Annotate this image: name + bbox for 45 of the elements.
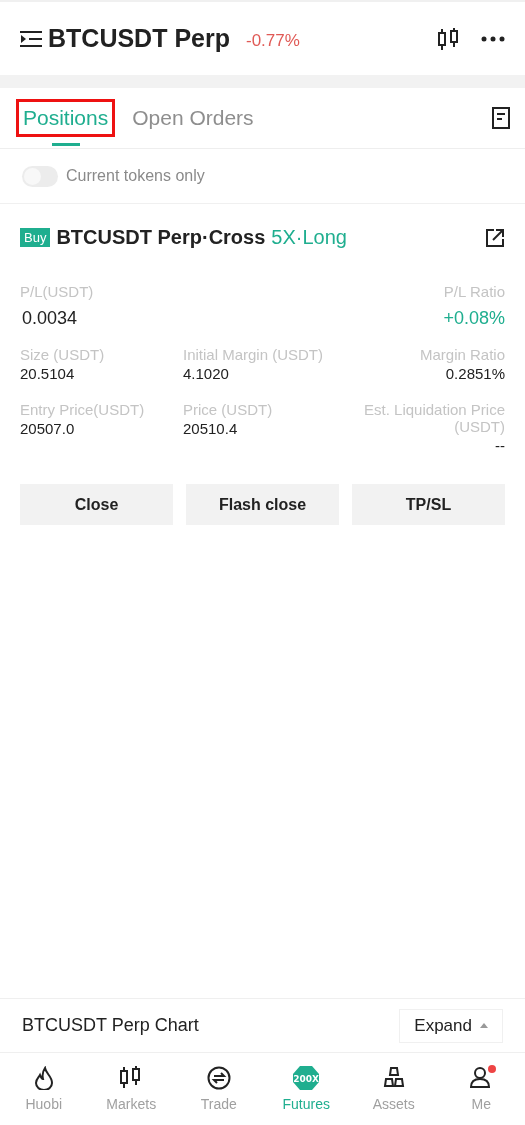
- action-button[interactable]: TP/SL: [352, 484, 505, 525]
- share-icon[interactable]: [485, 227, 505, 248]
- page-title: BTCUSDT Perp: [48, 24, 230, 53]
- tab-indicator: [51, 143, 80, 146]
- more-icon[interactable]: [481, 35, 505, 42]
- expand-button[interactable]: Expand: [399, 1008, 503, 1043]
- menu-icon[interactable]: [20, 29, 42, 48]
- document-icon[interactable]: [492, 107, 510, 129]
- stacked-bars-icon: [381, 1066, 406, 1090]
- nav-tab[interactable]: Assets: [350, 1053, 438, 1125]
- nav-tab[interactable]: Me: [437, 1053, 525, 1125]
- field-label: Initial Margin (USDT): [183, 346, 325, 363]
- nav-tab[interactable]: 200X Futures: [262, 1053, 350, 1125]
- tab[interactable]: Open Orders: [125, 99, 261, 137]
- field-label: Entry Price(USDT): [20, 401, 146, 418]
- field-value: 20507.0: [20, 420, 76, 437]
- field-value: +0.08%: [443, 308, 505, 329]
- field-label: Price (USDT): [183, 401, 274, 418]
- field-label: Size (USDT): [20, 346, 106, 363]
- nav-tab[interactable]: Markets: [87, 1053, 175, 1125]
- action-button[interactable]: Flash close: [186, 484, 339, 525]
- contract-name: BTCUSDT Perp·Cross: [56, 226, 266, 249]
- side-tag: Buy: [20, 228, 51, 247]
- swap-icon: [206, 1066, 231, 1090]
- toggle-label: Current tokens only: [66, 167, 205, 185]
- field-value: 20510.4: [183, 420, 239, 437]
- field-value: 4.1020: [183, 365, 230, 382]
- field-value: --: [495, 437, 505, 454]
- field-value: 0.0034: [22, 308, 79, 329]
- candlestick-icon[interactable]: [437, 27, 459, 50]
- field-label: P/L Ratio: [443, 283, 505, 300]
- field-label: P/L(USDT): [20, 283, 94, 300]
- field-label: Est. Liquidation Price (USDT): [363, 401, 505, 435]
- nav-tab[interactable]: Trade: [175, 1053, 263, 1125]
- leverage-label: 5X·Long: [271, 226, 347, 249]
- price-change: -0.77%: [245, 30, 300, 51]
- caret-icon: [480, 1023, 488, 1028]
- field-value: 0.2851%: [445, 365, 505, 382]
- futures-icon: 200X: [293, 1066, 320, 1090]
- action-button[interactable]: Close: [20, 484, 173, 525]
- nav-tab[interactable]: Huobi: [0, 1053, 88, 1125]
- tab[interactable]: Positions: [16, 99, 116, 137]
- field-value: 20.5104: [20, 365, 76, 382]
- field-label: Margin Ratio: [419, 346, 505, 363]
- chart-title: BTCUSDT Perp Chart: [22, 1015, 199, 1036]
